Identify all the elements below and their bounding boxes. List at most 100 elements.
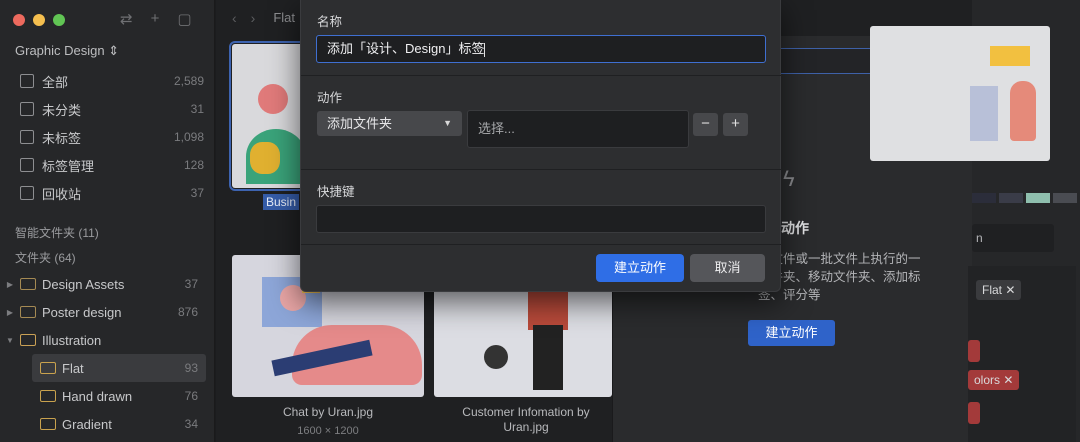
thumbnail-dimensions: 1600 × 1200 <box>297 425 359 437</box>
sidebar-item-count: 31 <box>190 102 204 116</box>
description-line: 签、评分等 <box>758 288 821 302</box>
color-swatch[interactable] <box>972 193 996 203</box>
name-section: 名称 添加「设计、Design」标签 <box>301 0 782 76</box>
smart-folders-header[interactable]: 智能文件夹 (11) <box>15 224 99 241</box>
folder-hand-drawn[interactable]: Hand drawn 76 <box>0 382 206 410</box>
chevron-right-icon[interactable]: ▶ <box>0 308 20 317</box>
folder-label: Design Assets <box>42 276 125 292</box>
sidebar-item-untagged[interactable]: 未标签 1,098 <box>12 123 204 151</box>
shortcut-input[interactable] <box>316 205 766 233</box>
folder-label: Illustration <box>42 332 102 348</box>
chevron-down-icon[interactable]: ▼ <box>0 336 20 345</box>
inspector-panel: n Flat ✕ olors ✕ <box>870 0 1080 442</box>
sidebar-item-all[interactable]: 全部 2,589 <box>12 67 204 95</box>
swap-icon[interactable]: ⇄ <box>120 10 133 28</box>
folder-label: Flat <box>62 360 84 376</box>
description-line: 个文件或一批文件上执行的一 <box>758 252 921 266</box>
action-name-value: 添加「设计、Design」标签 <box>327 41 485 56</box>
sidebar: ⇄ + ▢ Graphic Design ⇕ 全部 2,589 未分类 31 未… <box>0 0 215 442</box>
back-icon[interactable]: ‹ <box>232 10 237 26</box>
window-controls <box>13 14 65 26</box>
unsorted-icon <box>20 102 34 116</box>
action-label: 动作 <box>317 91 343 105</box>
remove-action-button[interactable]: − <box>693 113 718 136</box>
cancel-button[interactable]: 取消 <box>690 254 765 282</box>
folder-label: Poster design <box>42 304 122 320</box>
action-target-field[interactable]: 选择... <box>467 110 689 148</box>
lightning-icon: ϟ <box>783 166 795 191</box>
create-action-dialog: 名称 添加「设计、Design」标签 动作 添加文件夹 ▼ 选择... − + … <box>300 0 782 292</box>
actions-panel-description: 个文件或一批文件上执行的一 文件夹、移动文件夹、添加标 签、评分等 <box>758 250 958 304</box>
inspector-text-field[interactable]: n <box>972 224 1054 252</box>
sidebar-item-label: 标签管理 <box>42 158 95 174</box>
action-name-input[interactable]: 添加「设计、Design」标签 <box>316 35 766 63</box>
tags-area[interactable]: Flat ✕ olors ✕ <box>968 266 1076 442</box>
chevron-right-icon[interactable]: ▶ <box>0 280 20 289</box>
folder-flat[interactable]: Flat 93 <box>32 354 206 382</box>
folder-poster-design[interactable]: ▶ Poster design 876 <box>0 298 206 326</box>
folders-header[interactable]: 文件夹 (64) <box>15 249 76 266</box>
name-label: 名称 <box>317 15 343 29</box>
sidebar-item-count: 37 <box>190 186 204 200</box>
illustration-shape <box>258 84 288 114</box>
folder-count: 34 <box>184 417 198 431</box>
cat-illustration <box>484 345 508 369</box>
close-window-button[interactable] <box>13 14 25 26</box>
folder-icon <box>40 362 56 374</box>
forward-icon[interactable]: › <box>251 10 256 26</box>
sidebar-item-count: 1,098 <box>173 130 204 144</box>
illustration-shape <box>990 46 1030 66</box>
folder-icon <box>40 390 56 402</box>
sidebar-item-unsorted[interactable]: 未分类 31 <box>12 95 204 123</box>
sidebar-item-tag-manager[interactable]: 标签管理 128 <box>12 151 204 179</box>
breadcrumb: Flat <box>273 10 296 25</box>
folder-icon <box>40 418 56 430</box>
illustration-shape <box>970 86 998 141</box>
add-action-row-button[interactable]: + <box>723 113 748 136</box>
folder-icon <box>20 278 36 290</box>
add-icon[interactable]: + <box>151 10 160 28</box>
preview-image <box>870 26 1050 161</box>
tag-chip[interactable]: olors ✕ <box>968 370 1020 390</box>
sidebar-item-trash[interactable]: 回收站 37 <box>12 179 204 207</box>
inbox-icon <box>20 74 34 88</box>
folder-gradient[interactable]: Gradient 34 <box>0 410 206 438</box>
sidebar-item-label: 未分类 <box>42 102 82 118</box>
thumbnail-caption: Chat by Uran.jpg <box>282 405 374 419</box>
folder-label: Gradient <box>62 416 112 432</box>
color-swatch[interactable] <box>1053 193 1077 203</box>
sidebar-item-count: 128 <box>183 158 204 172</box>
dropdown-arrow-icon: ▼ <box>443 118 452 128</box>
tag-chip-red[interactable] <box>968 402 980 424</box>
folder-count: 93 <box>184 361 198 375</box>
action-type-select[interactable]: 添加文件夹 ▼ <box>317 111 462 136</box>
color-swatch[interactable] <box>1026 193 1050 203</box>
folder-open-icon <box>20 334 36 346</box>
description-line: 文件夹、移动文件夹、添加标 <box>758 270 921 284</box>
sidebar-item-label: 未标签 <box>42 130 82 146</box>
color-palette <box>972 193 1077 203</box>
trash-icon <box>20 186 34 200</box>
tag-chip[interactable]: Flat ✕ <box>976 280 1022 300</box>
illustration-shape <box>533 325 563 390</box>
folder-count: 76 <box>184 389 198 403</box>
minimize-window-button[interactable] <box>33 14 45 26</box>
folder-list: ▶ Design Assets 37 ▶ Poster design 876 ▼… <box>0 270 206 438</box>
sidebar-toggle-icon[interactable]: ▢ <box>177 10 191 28</box>
create-action-button[interactable]: 建立动作 <box>748 320 835 346</box>
sidebar-item-label: 全部 <box>42 74 69 90</box>
thumbnail-caption: Busin <box>263 194 300 210</box>
folder-icon <box>20 306 36 318</box>
shortcut-label: 快捷键 <box>317 185 355 199</box>
sidebar-toolbar: ⇄ + ▢ <box>120 10 192 28</box>
library-switcher[interactable]: Graphic Design ⇕ <box>15 43 119 59</box>
folder-count: 37 <box>184 277 198 291</box>
tag-manager-icon <box>20 158 34 172</box>
tag-chip-red[interactable] <box>968 340 980 362</box>
color-swatch[interactable] <box>999 193 1023 203</box>
confirm-create-button[interactable]: 建立动作 <box>596 254 684 282</box>
zoom-window-button[interactable] <box>53 14 65 26</box>
folder-design-assets[interactable]: ▶ Design Assets 37 <box>0 270 206 298</box>
thumbnail-caption-line2: Uran.jpg <box>503 420 549 434</box>
folder-illustration[interactable]: ▼ Illustration <box>0 326 206 354</box>
